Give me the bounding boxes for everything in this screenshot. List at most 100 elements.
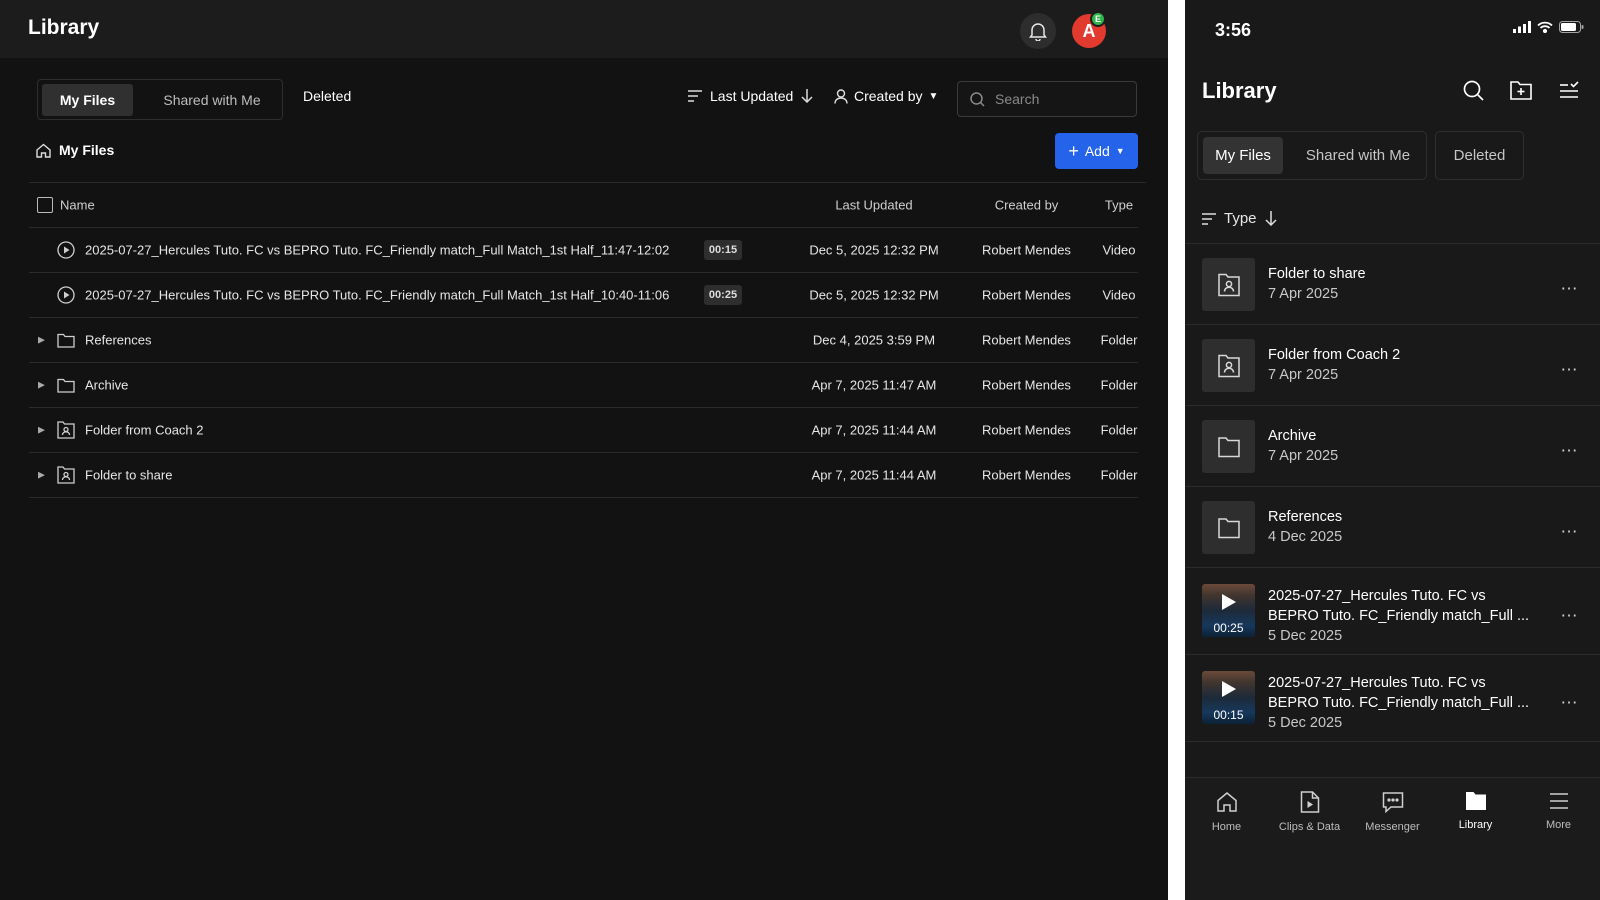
nav-more[interactable]: More (1517, 791, 1600, 831)
shared-folder-icon (56, 465, 76, 485)
sort-button[interactable]: Last Updated (688, 88, 813, 104)
new-folder-icon[interactable] (1509, 78, 1533, 102)
nav-clips-data[interactable]: Clips & Data (1268, 791, 1351, 833)
tab-my-files[interactable]: My Files (1203, 137, 1283, 174)
messenger-icon (1382, 792, 1403, 813)
add-label: Add (1084, 143, 1110, 159)
sort-button[interactable]: Type (1202, 210, 1277, 227)
arrow-down-icon (1265, 211, 1277, 226)
created-by-filter[interactable]: Created by ▼ (834, 88, 938, 104)
bottom-nav: Home Clips & Data Messenger Library More (1185, 777, 1600, 900)
sort-lines-icon (1202, 212, 1216, 225)
select-all-checkbox[interactable] (37, 197, 53, 213)
top-bar: Library A E (0, 0, 1168, 58)
row-type: Folder (1100, 377, 1138, 393)
nav-library[interactable]: Library (1434, 791, 1517, 831)
item-text: Folder to share 7 Apr 2025 (1268, 264, 1538, 304)
more-options-icon[interactable]: … (1560, 688, 1580, 709)
add-button[interactable]: + Add ▼ (1055, 133, 1138, 169)
tab-deleted[interactable]: Deleted (303, 88, 351, 104)
list-item[interactable]: References 4 Dec 2025 … (1185, 487, 1600, 568)
library-icon (1465, 792, 1486, 810)
search-icon (970, 91, 985, 107)
list-item[interactable]: Folder to share 7 Apr 2025 … (1185, 244, 1600, 325)
table-row[interactable]: 2025-07-27_Hercules Tuto. FC vs BEPRO Tu… (29, 228, 1138, 273)
column-name[interactable]: Name (60, 198, 95, 213)
tab-deleted[interactable]: Deleted (1435, 131, 1524, 180)
list-item[interactable]: Folder from Coach 2 7 Apr 2025 … (1185, 325, 1600, 406)
select-list-icon[interactable] (1557, 78, 1581, 102)
item-name: Archive (1268, 428, 1317, 444)
item-name: Folder from Coach 2 (1268, 347, 1401, 363)
tab-my-files[interactable]: My Files (42, 84, 133, 116)
bell-icon (1029, 23, 1047, 41)
notifications-button[interactable] (1020, 13, 1056, 49)
sort-label: Type (1224, 210, 1257, 227)
search-box[interactable] (957, 81, 1137, 117)
item-text: Folder from Coach 2 7 Apr 2025 (1268, 345, 1538, 385)
breadcrumb-label: My Files (59, 142, 115, 158)
nav-label: Messenger (1365, 821, 1420, 833)
table-row[interactable]: ▶ References Dec 4, 2025 3:59 PM Robert … (29, 318, 1138, 363)
more-options-icon[interactable]: … (1560, 274, 1580, 295)
tab-shared-with-me[interactable]: Shared with Me (1291, 137, 1425, 174)
status-time: 3:56 (1215, 20, 1252, 40)
table-header: Name Last Updated Created by Type (29, 183, 1138, 228)
column-type[interactable]: Type (1069, 198, 1169, 213)
folder-icon (56, 330, 76, 350)
home-icon (36, 143, 51, 158)
more-options-icon[interactable]: … (1560, 355, 1580, 376)
play-icon (1222, 594, 1236, 610)
sort-label: Last Updated (710, 88, 794, 104)
row-type: Folder (1100, 332, 1138, 348)
shared-folder-icon (1202, 339, 1255, 392)
list-item[interactable]: 00:25 2025-07-27_Hercules Tuto. FC vs BE… (1185, 568, 1600, 655)
item-date: 7 Apr 2025 (1268, 367, 1339, 383)
row-updated: Dec 5, 2025 12:32 PM (809, 287, 939, 303)
search-input[interactable] (995, 91, 1125, 107)
plus-icon: + (1068, 141, 1079, 161)
item-text: Archive 7 Apr 2025 (1268, 426, 1538, 466)
expand-caret-icon[interactable]: ▶ (38, 380, 45, 391)
expand-caret-icon[interactable]: ▶ (38, 335, 45, 346)
sort-lines-icon (688, 90, 702, 102)
row-type: Video (1102, 242, 1136, 258)
video-thumbnail: 00:15 (1202, 671, 1255, 724)
tab-shared-with-me[interactable]: Shared with Me (142, 84, 282, 116)
table-row[interactable]: 2025-07-27_Hercules Tuto. FC vs BEPRO Tu… (29, 273, 1138, 318)
created-by-label: Created by (854, 88, 923, 104)
person-icon (834, 88, 848, 104)
mobile-library-view: 3:56 Library My Files Shared with Me Del… (1185, 0, 1600, 900)
row-type: Video (1102, 287, 1136, 303)
duration-badge: 00:15 (704, 240, 742, 260)
breadcrumb[interactable]: My Files (36, 142, 114, 158)
row-name: Folder to share (85, 467, 173, 483)
nav-home[interactable]: Home (1185, 791, 1268, 833)
list-item[interactable]: Archive 7 Apr 2025 … (1185, 406, 1600, 487)
row-type: Folder (1100, 467, 1138, 483)
desktop-library-view: Library A E My Files Shared with Me Dele… (0, 0, 1168, 900)
more-options-icon[interactable]: … (1560, 517, 1580, 538)
table-row[interactable]: ▶ Folder from Coach 2 Apr 7, 2025 11:44 … (29, 408, 1138, 453)
item-name: 2025-07-27_Hercules Tuto. FC vs BEPRO Tu… (1268, 675, 1530, 711)
item-date: 5 Dec 2025 (1268, 628, 1343, 644)
list-item[interactable]: 00:15 2025-07-27_Hercules Tuto. FC vs BE… (1185, 655, 1600, 742)
more-options-icon[interactable]: … (1560, 436, 1580, 457)
nav-messenger[interactable]: Messenger (1351, 791, 1434, 833)
signal-icon (1513, 21, 1531, 33)
item-date: 5 Dec 2025 (1268, 715, 1343, 731)
wifi-icon (1537, 21, 1553, 33)
video-thumbnail: 00:25 (1202, 584, 1255, 637)
expand-caret-icon[interactable]: ▶ (38, 425, 45, 436)
table-row[interactable]: ▶ Archive Apr 7, 2025 11:47 AM Robert Me… (29, 363, 1138, 408)
column-last-updated[interactable]: Last Updated (774, 198, 974, 213)
item-text: 2025-07-27_Hercules Tuto. FC vs BEPRO Tu… (1268, 673, 1538, 733)
search-icon[interactable] (1461, 78, 1485, 102)
row-type: Folder (1100, 422, 1138, 438)
file-tabs: My Files Shared with Me (1197, 131, 1427, 180)
caret-down-icon: ▼ (928, 90, 939, 102)
expand-caret-icon[interactable]: ▶ (38, 470, 45, 481)
table-row[interactable]: ▶ Folder to share Apr 7, 2025 11:44 AM R… (29, 453, 1138, 498)
row-updated: Dec 5, 2025 12:32 PM (809, 242, 939, 258)
more-options-icon[interactable]: … (1560, 601, 1580, 622)
